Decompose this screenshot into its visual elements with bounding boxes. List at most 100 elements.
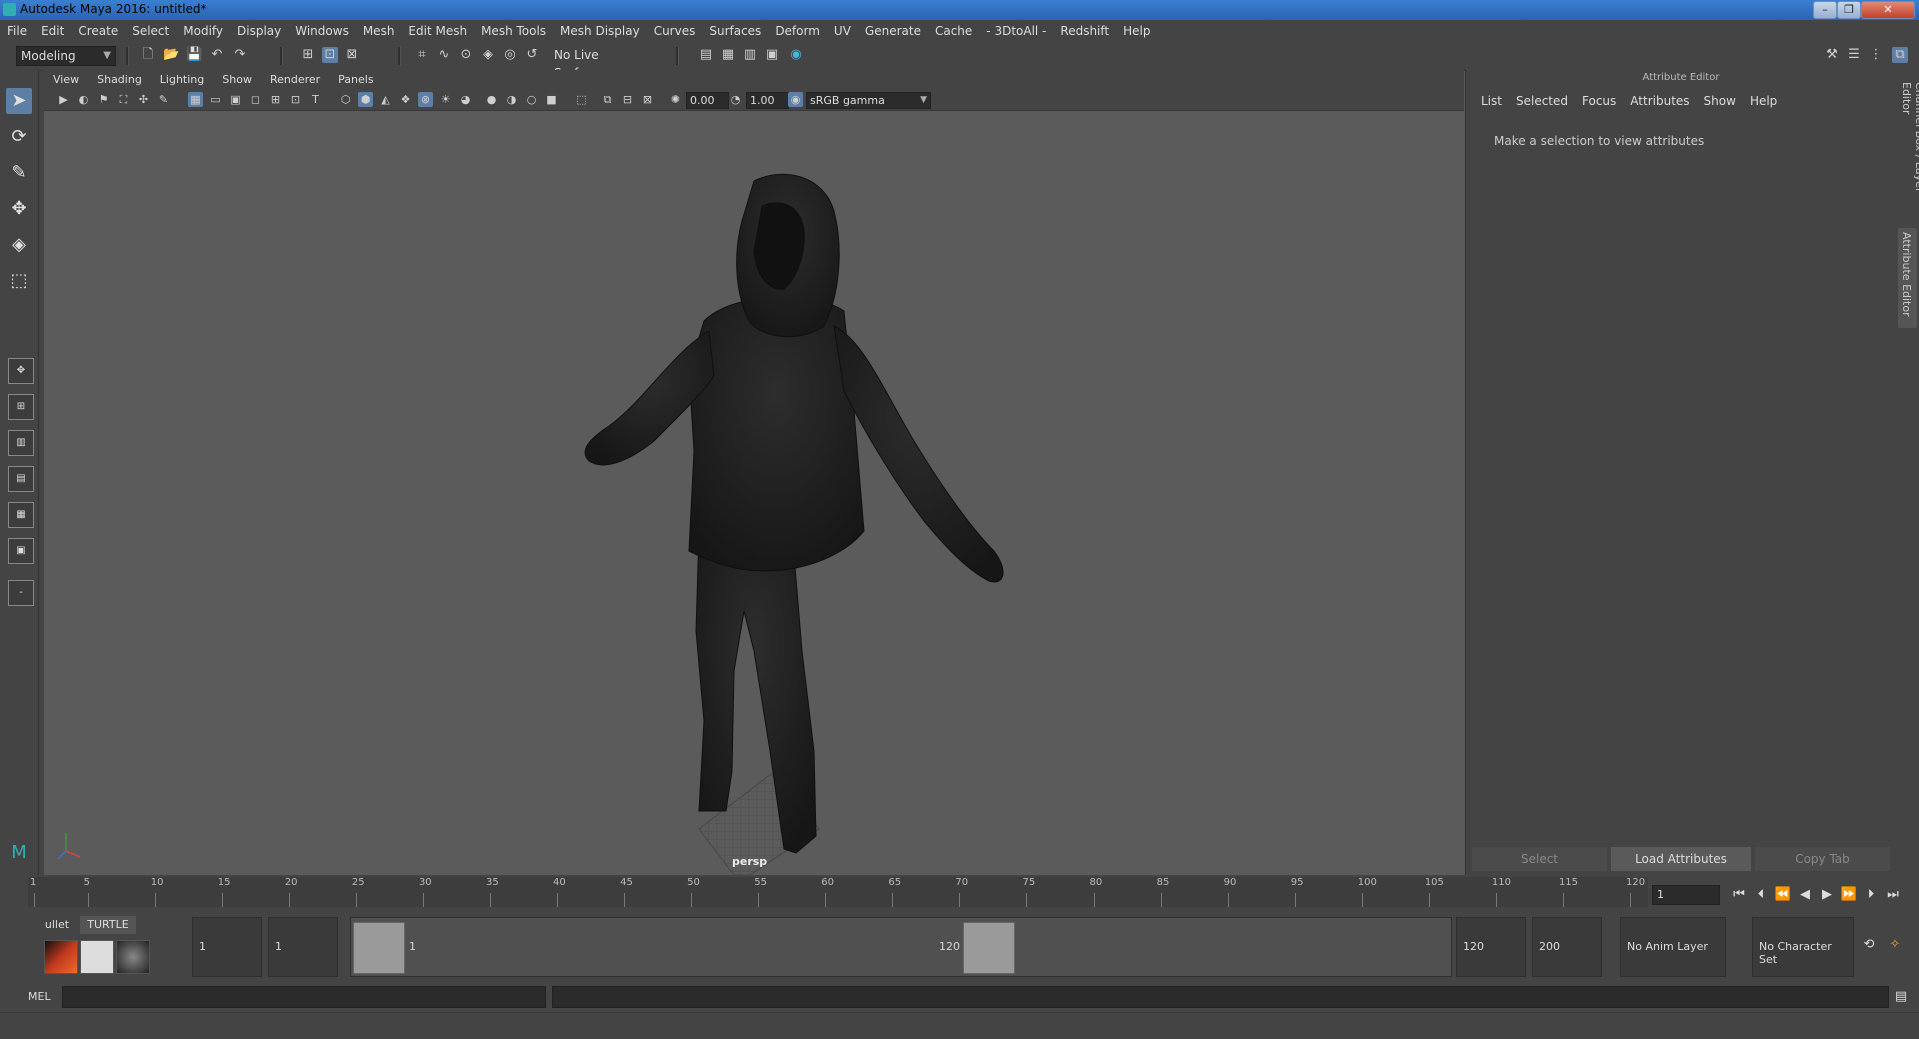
- exposure-field[interactable]: 0.00: [686, 92, 729, 109]
- menu-edit-mesh[interactable]: Edit Mesh: [401, 20, 474, 42]
- play-backwards-icon[interactable]: ◀: [1796, 886, 1814, 904]
- menu-curves[interactable]: Curves: [647, 20, 703, 42]
- viewport-3d-scene[interactable]: [44, 111, 1464, 875]
- textured-icon[interactable]: ❖: [398, 92, 413, 107]
- new-scene-icon[interactable]: 🗋: [140, 47, 156, 63]
- shadows-icon[interactable]: ☀: [438, 92, 453, 107]
- select-object-icon[interactable]: ⊡: [322, 47, 338, 63]
- play-forwards-icon[interactable]: ▶: [1818, 886, 1836, 904]
- copy-tab-button[interactable]: Copy Tab: [1755, 847, 1890, 871]
- render-settings-icon[interactable]: ▤: [698, 47, 714, 63]
- two-d-pan-zoom-icon[interactable]: ✣: [136, 92, 151, 107]
- xray-components-icon[interactable]: ⊠: [640, 92, 655, 107]
- ambient-occlusion-icon[interactable]: ◕: [458, 92, 473, 107]
- snap-surface-icon[interactable]: ◎: [502, 47, 518, 63]
- smooth-shade-icon[interactable]: ⬢: [358, 92, 373, 107]
- backface-culling-icon[interactable]: ⊟: [620, 92, 635, 107]
- viewport-menu-lighting[interactable]: Lighting: [151, 70, 213, 90]
- menu-select[interactable]: Select: [125, 20, 176, 42]
- mel-language-label[interactable]: MEL: [28, 990, 51, 1003]
- graph-editor-layout-icon[interactable]: ▤: [8, 466, 34, 492]
- menu-modify[interactable]: Modify: [176, 20, 230, 42]
- auto-key-icon[interactable]: ⟲: [1860, 936, 1878, 954]
- menu-deform[interactable]: Deform: [768, 20, 827, 42]
- live-surface-field[interactable]: No Live Surface: [550, 46, 646, 80]
- four-view-layout-icon[interactable]: ⊞: [8, 394, 34, 420]
- snap-point-icon[interactable]: ⊙: [458, 47, 474, 63]
- menu-help[interactable]: Help: [1116, 20, 1157, 42]
- channel-box-tab[interactable]: Channel Box / Layer Editor: [1898, 78, 1919, 218]
- hypershade-icon[interactable]: ◉: [788, 47, 804, 63]
- grid-toggle-icon[interactable]: ▦: [188, 92, 203, 107]
- scale-tool-icon[interactable]: ⬚: [6, 268, 32, 294]
- lasso-tool-icon[interactable]: ⟳: [6, 124, 32, 150]
- ae-menu-selected[interactable]: Selected: [1509, 94, 1575, 108]
- load-attributes-button[interactable]: Load Attributes: [1611, 847, 1751, 871]
- anim-layer-dropdown[interactable]: No Anim Layer: [1620, 917, 1726, 977]
- time-ruler[interactable]: 1 5 10 15 20 25 30 35 40 45 50 55 60 65 70 75 80 85 90 95 10…: [28, 877, 1648, 907]
- menu-mesh[interactable]: Mesh: [356, 20, 402, 42]
- camera-select-icon[interactable]: ▶: [56, 92, 71, 107]
- ae-menu-show[interactable]: Show: [1697, 94, 1743, 108]
- resolution-gate-icon[interactable]: ▣: [228, 92, 243, 107]
- step-forward-key-icon[interactable]: ⏵: [1862, 886, 1880, 904]
- current-frame-field[interactable]: 1: [1652, 885, 1720, 905]
- exposure-icon[interactable]: ✺: [668, 92, 683, 107]
- shelf-item-render-icon[interactable]: [80, 940, 114, 974]
- viewport-menu-view[interactable]: View: [44, 70, 88, 90]
- menu-3dtoall[interactable]: - 3DtoAll -: [979, 20, 1053, 42]
- safe-action-icon[interactable]: ⊡: [288, 92, 303, 107]
- shelf-item-sphere-icon[interactable]: [116, 940, 150, 974]
- multisample-aa-icon[interactable]: ◑: [504, 92, 519, 107]
- playback-end-field[interactable]: 120: [1456, 917, 1526, 977]
- redo-icon[interactable]: ↷: [232, 47, 248, 63]
- menu-generate[interactable]: Generate: [858, 20, 928, 42]
- shelf-tab-turtle[interactable]: TURTLE: [80, 916, 136, 934]
- gate-mask-icon[interactable]: ◻: [248, 92, 263, 107]
- menu-mesh-display[interactable]: Mesh Display: [553, 20, 647, 42]
- depth-of-field-icon[interactable]: ○: [524, 92, 539, 107]
- tool-settings-icon[interactable]: ⋮: [1868, 47, 1884, 63]
- select-hierarchy-icon[interactable]: ⊞: [300, 47, 316, 63]
- move-tool-icon[interactable]: ✥: [6, 196, 32, 222]
- film-gate-icon[interactable]: ▭: [208, 92, 223, 107]
- animation-end-field[interactable]: 200: [1532, 917, 1602, 977]
- mode-selector[interactable]: Modeling ▼: [16, 46, 116, 66]
- bookmark-icon[interactable]: ⚑: [96, 92, 111, 107]
- rotate-tool-icon[interactable]: ◈: [6, 232, 32, 258]
- character-set-dropdown[interactable]: No Character Set: [1752, 917, 1854, 977]
- step-back-key-icon[interactable]: ⏴: [1752, 886, 1770, 904]
- undo-icon[interactable]: ↶: [209, 47, 225, 63]
- select-button[interactable]: Select: [1472, 847, 1607, 871]
- open-scene-icon[interactable]: 📂: [163, 47, 179, 63]
- command-input[interactable]: [62, 986, 546, 1008]
- range-start-handle[interactable]: [353, 922, 405, 974]
- xray-joints-icon[interactable]: ⧉: [600, 92, 615, 107]
- menu-file[interactable]: File: [0, 20, 34, 42]
- hypershade-layout-icon[interactable]: ▣: [8, 538, 34, 564]
- menu-create[interactable]: Create: [71, 20, 125, 42]
- menu-surfaces[interactable]: Surfaces: [702, 20, 768, 42]
- menu-redshift[interactable]: Redshift: [1053, 20, 1116, 42]
- script-editor-icon[interactable]: ▤: [1892, 988, 1910, 1006]
- image-plane-icon[interactable]: ⛶: [116, 92, 131, 107]
- gamma-icon[interactable]: ◔: [728, 92, 743, 107]
- snap-grid-icon[interactable]: ⌗: [414, 47, 430, 63]
- menu-mesh-tools[interactable]: Mesh Tools: [474, 20, 553, 42]
- menu-uv[interactable]: UV: [827, 20, 858, 42]
- select-tool-icon[interactable]: ➤: [6, 88, 32, 114]
- animation-start-field[interactable]: 1: [192, 917, 262, 977]
- viewport-menu-shading[interactable]: Shading: [88, 70, 151, 90]
- ae-menu-focus[interactable]: Focus: [1575, 94, 1623, 108]
- isolate-select-icon[interactable]: ■: [544, 92, 559, 107]
- menu-edit[interactable]: Edit: [34, 20, 71, 42]
- close-window-button[interactable]: ✕: [1861, 1, 1915, 19]
- make-live-icon[interactable]: ↺: [524, 47, 540, 63]
- snap-view-plane-icon[interactable]: ◈: [480, 47, 496, 63]
- ipr-render-icon[interactable]: ▥: [742, 47, 758, 63]
- step-back-frame-icon[interactable]: ⏪: [1774, 886, 1792, 904]
- channel-box-toggle-icon[interactable]: ⧉: [1892, 47, 1908, 63]
- attribute-editor-tab[interactable]: Attribute Editor: [1898, 228, 1917, 328]
- modeling-toolkit-icon[interactable]: ⚒: [1824, 47, 1840, 63]
- maximize-button[interactable]: ❐: [1837, 1, 1861, 19]
